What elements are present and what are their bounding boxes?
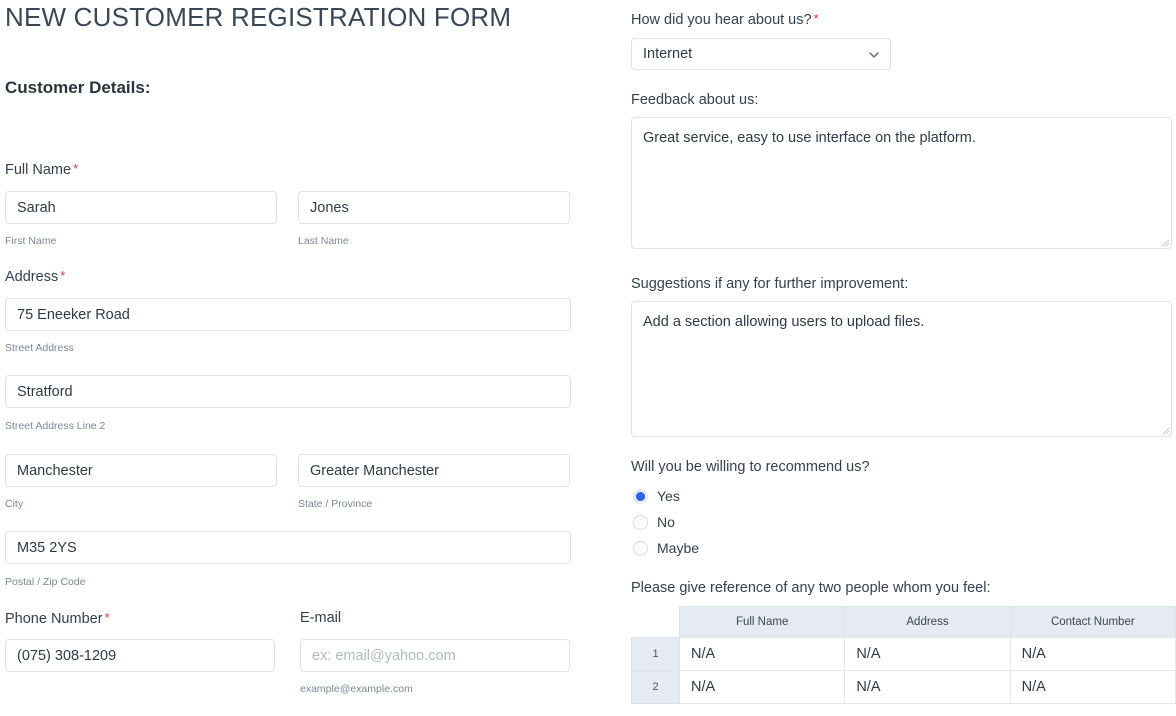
address-label-text: Address [5,269,59,285]
state-province-input[interactable] [298,454,570,487]
radio-yes-icon[interactable] [633,488,648,504]
reference-label: Please give reference of any two people … [631,580,991,596]
phone-number-label-text: Phone Number [5,611,103,627]
street-address-input[interactable] [5,298,571,331]
right-column: How did you hear about us? * Internet Fee… [631,0,1176,716]
radio-option-yes[interactable]: Yes [631,483,699,509]
row-number: 1 [631,637,680,671]
email-hint: example@example.com [300,683,413,695]
suggestions-textarea-wrap: Add a section allowing users to upload f… [631,301,1172,437]
column-header-full-name: Full Name [678,606,846,638]
radio-maybe-icon[interactable] [633,540,648,556]
email-label-text: E-mail [300,610,342,626]
email-input[interactable] [300,639,570,672]
cell-full-name[interactable]: N/A [678,670,846,704]
address-label: Address * [5,268,65,285]
radio-option-maybe[interactable]: Maybe [631,535,699,561]
radio-yes-label: Yes [657,488,680,504]
reference-table: Full Name Address Contact Number 1 N/A N… [631,606,1176,704]
email-label: E-mail [300,610,341,626]
required-asterisk: * [813,11,819,26]
table-row: 2 N/A N/A N/A [631,670,1176,704]
first-name-sublabel: First Name [5,235,57,247]
full-name-label: Full Name * [5,161,78,178]
radio-option-no[interactable]: No [631,509,699,535]
recommend-label: Will you be willing to recommend us? [631,459,870,475]
hear-about-us-label: How did you hear about us? * [631,11,819,28]
column-header-address: Address [844,606,1011,638]
feedback-label: Feedback about us: [631,92,759,108]
required-asterisk: * [73,161,79,176]
phone-number-input[interactable] [5,639,275,672]
last-name-sublabel: Last Name [298,235,349,247]
recommend-radio-group: Yes No Maybe [631,483,699,561]
postal-zip-input[interactable] [5,531,571,564]
postal-zip-sublabel: Postal / Zip Code [5,576,86,588]
table-row: 1 N/A N/A N/A [631,637,1176,671]
phone-number-label: Phone Number * [5,610,110,627]
reference-table-body: 1 N/A N/A N/A 2 N/A N/A N/A [631,637,1176,704]
state-province-sublabel: State / Province [298,498,373,510]
suggestions-label: Suggestions if any for further improveme… [631,276,909,292]
required-asterisk: * [104,610,110,625]
street-address-sublabel: Street Address [5,342,74,354]
street-address-line2-sublabel: Street Address Line 2 [5,420,106,432]
first-name-input[interactable] [5,191,277,224]
cell-contact-number[interactable]: N/A [1009,670,1176,704]
last-name-input[interactable] [298,191,570,224]
city-input[interactable] [5,454,277,487]
table-header-row: Full Name Address Contact Number [631,606,1176,638]
cell-contact-number[interactable]: N/A [1009,637,1176,671]
full-name-label-text: Full Name [5,162,72,178]
street-address-line2-input[interactable] [5,375,571,408]
hear-about-us-select[interactable]: Internet [631,38,891,70]
left-column: NEW CUSTOMER REGISTRATION FORM Customer … [0,0,600,716]
reference-table-head: Full Name Address Contact Number [631,606,1176,638]
registration-form-page: NEW CUSTOMER REGISTRATION FORM Customer … [0,0,1176,716]
hear-about-us-selected-value: Internet [631,38,891,70]
cell-address[interactable]: N/A [844,637,1011,671]
city-sublabel: City [5,498,24,510]
required-asterisk: * [60,268,66,283]
feedback-textarea[interactable]: Great service, easy to use interface on … [631,117,1172,249]
radio-no-label: No [657,514,675,530]
suggestions-textarea[interactable]: Add a section allowing users to upload f… [631,301,1172,437]
radio-no-icon[interactable] [633,514,648,530]
hear-about-us-label-text: How did you hear about us? [631,12,812,28]
customer-details-heading: Customer Details: [5,78,151,97]
cell-address[interactable]: N/A [844,670,1011,704]
radio-maybe-label: Maybe [657,540,700,556]
page-title: NEW CUSTOMER REGISTRATION FORM [5,2,512,32]
feedback-textarea-wrap: Great service, easy to use interface on … [631,117,1172,249]
table-corner-cell [631,606,680,638]
row-number: 2 [631,670,680,704]
column-header-contact-number: Contact Number [1009,606,1176,638]
cell-full-name[interactable]: N/A [678,637,846,671]
